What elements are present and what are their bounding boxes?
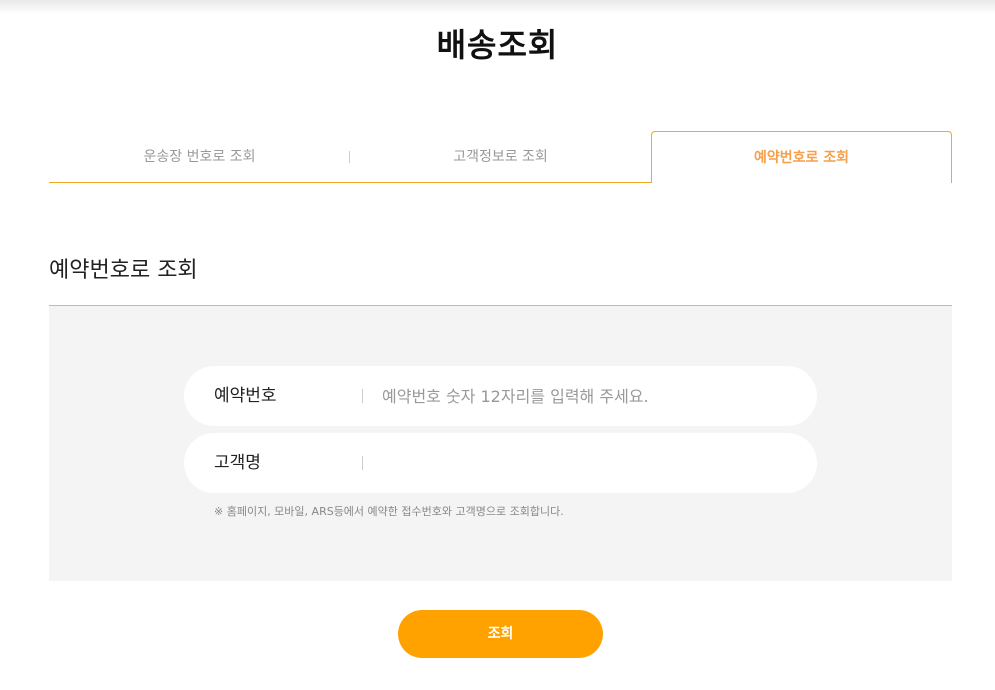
- search-form: 예약번호 고객명 ※ 홈페이지, 모바일, ARS등에서 예약한 접수번호와 고…: [49, 305, 952, 581]
- customer-name-label: 고객명: [214, 453, 261, 473]
- search-tabs: 운송장 번호로 조회 고객정보로 조회 예약번호로 조회: [49, 131, 952, 183]
- reservation-number-label: 예약번호: [214, 386, 277, 406]
- form-notice: ※ 홈페이지, 모바일, ARS등에서 예약한 접수번호와 고객명으로 조회합니…: [214, 505, 564, 518]
- page-title: 배송조회: [436, 26, 559, 64]
- tab-customer-info[interactable]: 고객정보로 조회: [350, 131, 651, 183]
- tab-reservation-number[interactable]: 예약번호로 조회: [651, 131, 952, 183]
- field-separator: [362, 389, 363, 403]
- customer-name-field: 고객명: [184, 433, 817, 493]
- section-title: 예약번호로 조회: [49, 258, 198, 283]
- customer-name-input[interactable]: [382, 447, 782, 479]
- field-separator: [362, 456, 363, 470]
- reservation-number-input[interactable]: [382, 380, 782, 412]
- tab-waybill-number[interactable]: 운송장 번호로 조회: [49, 131, 350, 183]
- reservation-number-field: 예약번호: [184, 366, 817, 426]
- search-button[interactable]: 조회: [398, 610, 603, 658]
- top-shadow: [0, 0, 995, 14]
